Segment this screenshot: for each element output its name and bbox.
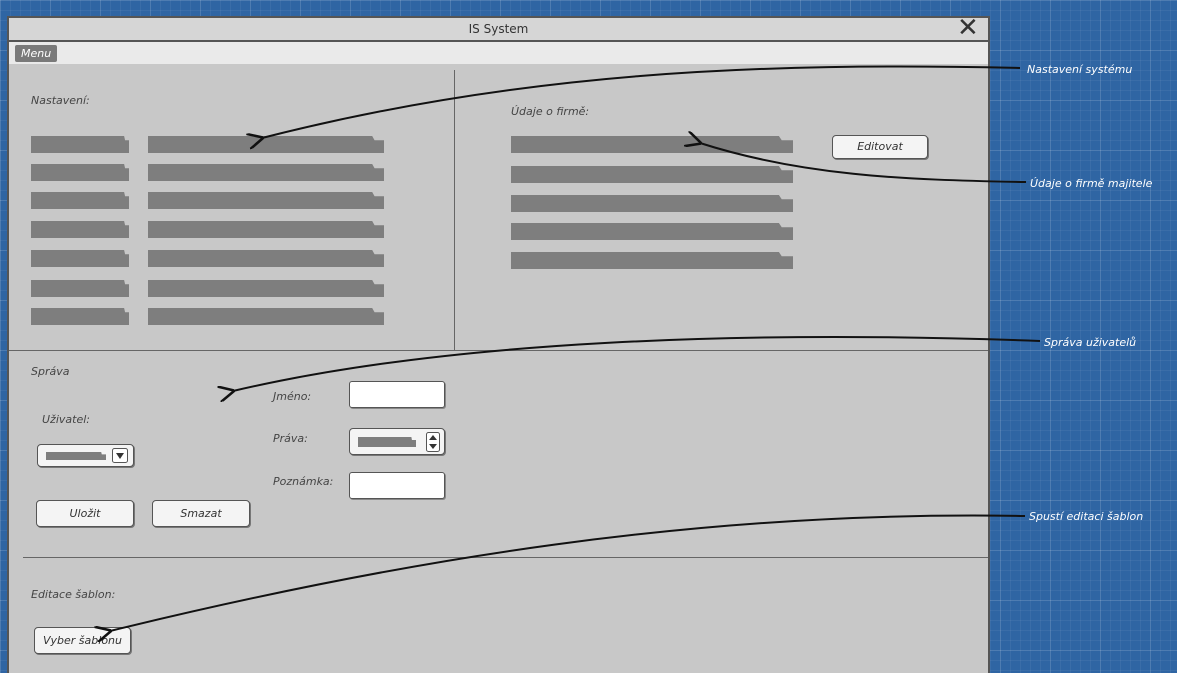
rights-label: Práva: <box>273 432 308 445</box>
rights-select-value-placeholder <box>358 437 416 447</box>
settings-key-placeholder <box>31 308 129 325</box>
user-select[interactable] <box>37 444 134 467</box>
company-info-placeholder <box>511 195 793 212</box>
annotation-templates: Spustí editaci šablon <box>1029 510 1144 523</box>
company-label: Údaje o firmě: <box>511 105 590 118</box>
section-divider <box>9 350 988 351</box>
settings-value-placeholder <box>148 192 384 209</box>
settings-key-placeholder <box>31 136 129 153</box>
settings-key-placeholder <box>31 164 129 181</box>
edit-button[interactable]: Editovat <box>832 135 928 159</box>
templates-label: Editace šablon: <box>31 588 116 601</box>
company-info-placeholder <box>511 252 793 269</box>
settings-key-placeholder <box>31 250 129 267</box>
company-info-placeholder <box>511 223 793 240</box>
menu-button[interactable]: Menu <box>15 45 58 62</box>
up-down-icon <box>426 432 440 452</box>
app-window: IS System ✕ Menu Nastavení: Údaje o firm… <box>7 15 990 673</box>
window-title: IS System <box>468 22 529 36</box>
title-bar: IS System ✕ <box>9 15 988 42</box>
settings-value-placeholder <box>148 221 384 238</box>
settings-value-placeholder <box>148 164 384 181</box>
user-select-value-placeholder <box>46 452 106 460</box>
settings-value-placeholder <box>148 280 384 297</box>
annotation-settings: Nastavení systému <box>1027 63 1133 76</box>
annotation-users: Správa uživatelů <box>1044 336 1137 349</box>
settings-value-placeholder <box>148 250 384 267</box>
note-input[interactable] <box>349 472 445 499</box>
user-label: Uživatel: <box>42 413 90 426</box>
menu-bar: Menu <box>9 42 988 64</box>
rights-select[interactable] <box>349 428 445 455</box>
settings-key-placeholder <box>31 280 129 297</box>
close-icon[interactable]: ✕ <box>957 15 979 41</box>
chevron-down-icon <box>112 448 128 463</box>
settings-value-placeholder <box>148 136 384 153</box>
settings-label: Nastavení: <box>31 94 90 107</box>
company-info-placeholder <box>511 136 793 153</box>
company-info-placeholder <box>511 166 793 183</box>
settings-key-placeholder <box>31 192 129 209</box>
save-button[interactable]: Uložit <box>36 500 134 527</box>
settings-value-placeholder <box>148 308 384 325</box>
name-label: Jméno: <box>273 390 312 403</box>
section-divider <box>23 557 988 558</box>
annotation-company: Údaje o firmě majitele <box>1030 177 1153 190</box>
select-template-button[interactable]: Vyber šablonu <box>34 627 131 654</box>
delete-button[interactable]: Smazat <box>152 500 250 527</box>
name-input[interactable] <box>349 381 445 408</box>
admin-label: Správa <box>31 365 70 378</box>
note-label: Poznámka: <box>273 475 334 488</box>
section-divider-vertical <box>454 70 455 350</box>
settings-key-placeholder <box>31 221 129 238</box>
